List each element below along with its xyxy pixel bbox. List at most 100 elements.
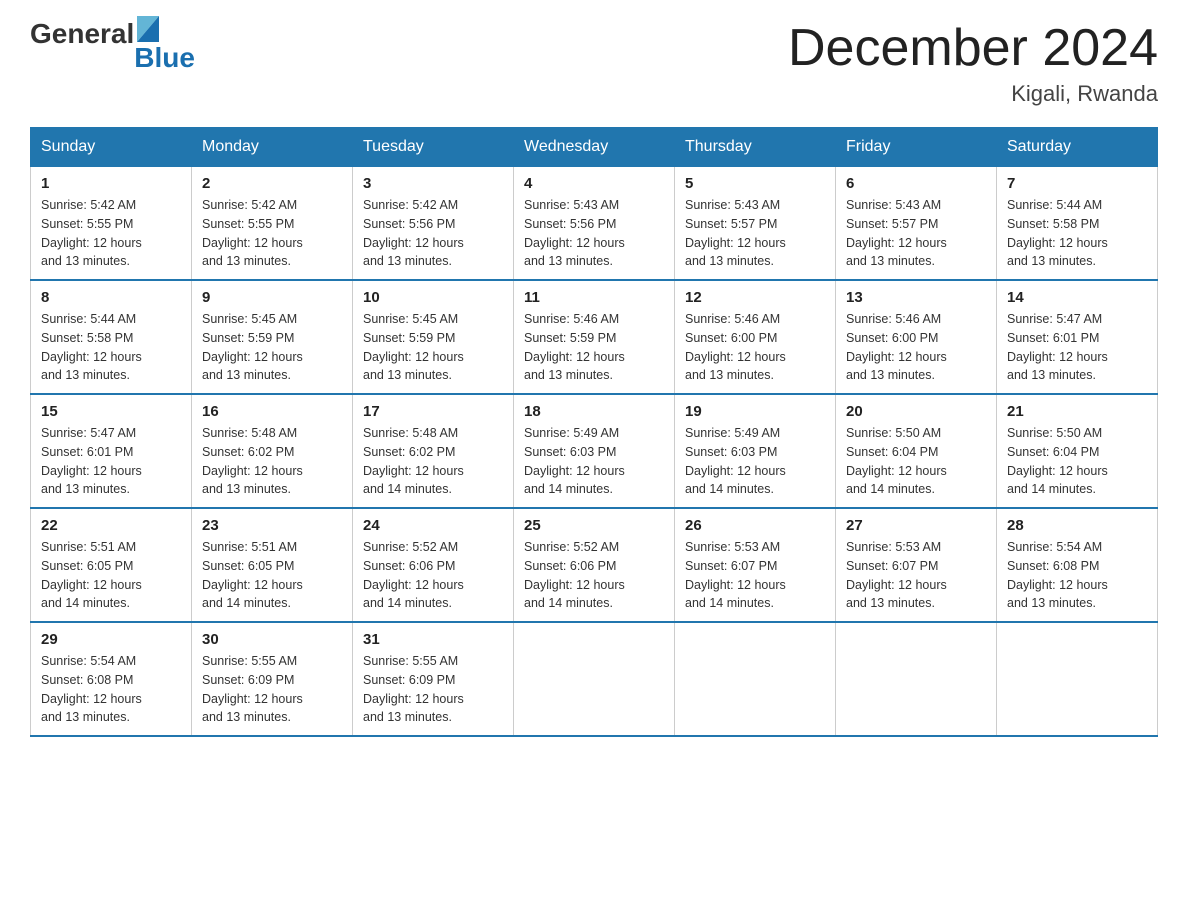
calendar-cell: 23 Sunrise: 5:51 AMSunset: 6:05 PMDaylig…: [192, 508, 353, 622]
day-info: Sunrise: 5:50 AMSunset: 6:04 PMDaylight:…: [846, 426, 947, 496]
calendar-cell: 25 Sunrise: 5:52 AMSunset: 6:06 PMDaylig…: [514, 508, 675, 622]
day-info: Sunrise: 5:44 AMSunset: 5:58 PMDaylight:…: [1007, 198, 1108, 268]
day-number: 22: [41, 517, 181, 534]
day-number: 30: [202, 631, 342, 648]
col-header-saturday: Saturday: [997, 128, 1158, 167]
calendar-cell: 13 Sunrise: 5:46 AMSunset: 6:00 PMDaylig…: [836, 280, 997, 394]
calendar-cell: 5 Sunrise: 5:43 AMSunset: 5:57 PMDayligh…: [675, 167, 836, 281]
day-number: 25: [524, 517, 664, 534]
calendar-cell: 7 Sunrise: 5:44 AMSunset: 5:58 PMDayligh…: [997, 167, 1158, 281]
calendar-cell: 11 Sunrise: 5:46 AMSunset: 5:59 PMDaylig…: [514, 280, 675, 394]
calendar-cell: 29 Sunrise: 5:54 AMSunset: 6:08 PMDaylig…: [31, 622, 192, 736]
calendar-cell: 18 Sunrise: 5:49 AMSunset: 6:03 PMDaylig…: [514, 394, 675, 508]
day-number: 27: [846, 517, 986, 534]
month-title: December 2024: [788, 20, 1158, 77]
day-number: 29: [41, 631, 181, 648]
calendar-week-row: 1 Sunrise: 5:42 AMSunset: 5:55 PMDayligh…: [31, 167, 1158, 281]
calendar-week-row: 8 Sunrise: 5:44 AMSunset: 5:58 PMDayligh…: [31, 280, 1158, 394]
col-header-tuesday: Tuesday: [353, 128, 514, 167]
calendar-cell: 22 Sunrise: 5:51 AMSunset: 6:05 PMDaylig…: [31, 508, 192, 622]
col-header-monday: Monday: [192, 128, 353, 167]
calendar-cell: 15 Sunrise: 5:47 AMSunset: 6:01 PMDaylig…: [31, 394, 192, 508]
col-header-friday: Friday: [836, 128, 997, 167]
day-info: Sunrise: 5:48 AMSunset: 6:02 PMDaylight:…: [363, 426, 464, 496]
day-info: Sunrise: 5:46 AMSunset: 5:59 PMDaylight:…: [524, 312, 625, 382]
day-number: 4: [524, 175, 664, 192]
calendar-cell: 1 Sunrise: 5:42 AMSunset: 5:55 PMDayligh…: [31, 167, 192, 281]
calendar-cell: 19 Sunrise: 5:49 AMSunset: 6:03 PMDaylig…: [675, 394, 836, 508]
calendar-cell: [836, 622, 997, 736]
calendar-cell: 17 Sunrise: 5:48 AMSunset: 6:02 PMDaylig…: [353, 394, 514, 508]
day-info: Sunrise: 5:44 AMSunset: 5:58 PMDaylight:…: [41, 312, 142, 382]
calendar-cell: [675, 622, 836, 736]
day-info: Sunrise: 5:51 AMSunset: 6:05 PMDaylight:…: [41, 540, 142, 610]
day-info: Sunrise: 5:43 AMSunset: 5:57 PMDaylight:…: [685, 198, 786, 268]
calendar-cell: 12 Sunrise: 5:46 AMSunset: 6:00 PMDaylig…: [675, 280, 836, 394]
day-number: 31: [363, 631, 503, 648]
day-number: 18: [524, 403, 664, 420]
calendar-header-row: SundayMondayTuesdayWednesdayThursdayFrid…: [31, 128, 1158, 167]
calendar-cell: 27 Sunrise: 5:53 AMSunset: 6:07 PMDaylig…: [836, 508, 997, 622]
day-number: 1: [41, 175, 181, 192]
day-info: Sunrise: 5:54 AMSunset: 6:08 PMDaylight:…: [41, 654, 142, 724]
calendar-cell: 31 Sunrise: 5:55 AMSunset: 6:09 PMDaylig…: [353, 622, 514, 736]
calendar-table: SundayMondayTuesdayWednesdayThursdayFrid…: [30, 127, 1158, 737]
day-info: Sunrise: 5:47 AMSunset: 6:01 PMDaylight:…: [1007, 312, 1108, 382]
day-number: 3: [363, 175, 503, 192]
day-number: 28: [1007, 517, 1147, 534]
day-info: Sunrise: 5:47 AMSunset: 6:01 PMDaylight:…: [41, 426, 142, 496]
day-info: Sunrise: 5:45 AMSunset: 5:59 PMDaylight:…: [363, 312, 464, 382]
day-number: 20: [846, 403, 986, 420]
day-number: 6: [846, 175, 986, 192]
calendar-cell: 9 Sunrise: 5:45 AMSunset: 5:59 PMDayligh…: [192, 280, 353, 394]
day-info: Sunrise: 5:42 AMSunset: 5:55 PMDaylight:…: [202, 198, 303, 268]
day-info: Sunrise: 5:53 AMSunset: 6:07 PMDaylight:…: [846, 540, 947, 610]
day-number: 26: [685, 517, 825, 534]
calendar-cell: 30 Sunrise: 5:55 AMSunset: 6:09 PMDaylig…: [192, 622, 353, 736]
calendar-cell: 2 Sunrise: 5:42 AMSunset: 5:55 PMDayligh…: [192, 167, 353, 281]
day-info: Sunrise: 5:52 AMSunset: 6:06 PMDaylight:…: [524, 540, 625, 610]
day-info: Sunrise: 5:55 AMSunset: 6:09 PMDaylight:…: [202, 654, 303, 724]
col-header-sunday: Sunday: [31, 128, 192, 167]
calendar-cell: [514, 622, 675, 736]
col-header-wednesday: Wednesday: [514, 128, 675, 167]
day-number: 11: [524, 289, 664, 306]
day-number: 21: [1007, 403, 1147, 420]
day-number: 23: [202, 517, 342, 534]
day-number: 14: [1007, 289, 1147, 306]
day-number: 12: [685, 289, 825, 306]
calendar-cell: 3 Sunrise: 5:42 AMSunset: 5:56 PMDayligh…: [353, 167, 514, 281]
day-info: Sunrise: 5:54 AMSunset: 6:08 PMDaylight:…: [1007, 540, 1108, 610]
day-info: Sunrise: 5:51 AMSunset: 6:05 PMDaylight:…: [202, 540, 303, 610]
calendar-week-row: 22 Sunrise: 5:51 AMSunset: 6:05 PMDaylig…: [31, 508, 1158, 622]
day-number: 8: [41, 289, 181, 306]
calendar-week-row: 29 Sunrise: 5:54 AMSunset: 6:08 PMDaylig…: [31, 622, 1158, 736]
calendar-cell: 20 Sunrise: 5:50 AMSunset: 6:04 PMDaylig…: [836, 394, 997, 508]
logo-arrow-icon: [137, 16, 159, 42]
logo: General General Blue: [30, 20, 195, 72]
calendar-cell: 10 Sunrise: 5:45 AMSunset: 5:59 PMDaylig…: [353, 280, 514, 394]
day-info: Sunrise: 5:50 AMSunset: 6:04 PMDaylight:…: [1007, 426, 1108, 496]
calendar-cell: 24 Sunrise: 5:52 AMSunset: 6:06 PMDaylig…: [353, 508, 514, 622]
logo-text-general: General: [30, 20, 134, 48]
day-number: 13: [846, 289, 986, 306]
day-number: 19: [685, 403, 825, 420]
day-info: Sunrise: 5:46 AMSunset: 6:00 PMDaylight:…: [846, 312, 947, 382]
day-number: 9: [202, 289, 342, 306]
day-info: Sunrise: 5:49 AMSunset: 6:03 PMDaylight:…: [685, 426, 786, 496]
calendar-week-row: 15 Sunrise: 5:47 AMSunset: 6:01 PMDaylig…: [31, 394, 1158, 508]
calendar-cell: 14 Sunrise: 5:47 AMSunset: 6:01 PMDaylig…: [997, 280, 1158, 394]
day-number: 24: [363, 517, 503, 534]
location-title: Kigali, Rwanda: [788, 81, 1158, 107]
page-header: General General Blue December 2024 Kigal…: [30, 20, 1158, 107]
calendar-cell: 26 Sunrise: 5:53 AMSunset: 6:07 PMDaylig…: [675, 508, 836, 622]
day-info: Sunrise: 5:55 AMSunset: 6:09 PMDaylight:…: [363, 654, 464, 724]
col-header-thursday: Thursday: [675, 128, 836, 167]
calendar-cell: [997, 622, 1158, 736]
day-info: Sunrise: 5:53 AMSunset: 6:07 PMDaylight:…: [685, 540, 786, 610]
day-info: Sunrise: 5:45 AMSunset: 5:59 PMDaylight:…: [202, 312, 303, 382]
day-number: 17: [363, 403, 503, 420]
day-number: 7: [1007, 175, 1147, 192]
title-block: December 2024 Kigali, Rwanda: [788, 20, 1158, 107]
day-info: Sunrise: 5:49 AMSunset: 6:03 PMDaylight:…: [524, 426, 625, 496]
